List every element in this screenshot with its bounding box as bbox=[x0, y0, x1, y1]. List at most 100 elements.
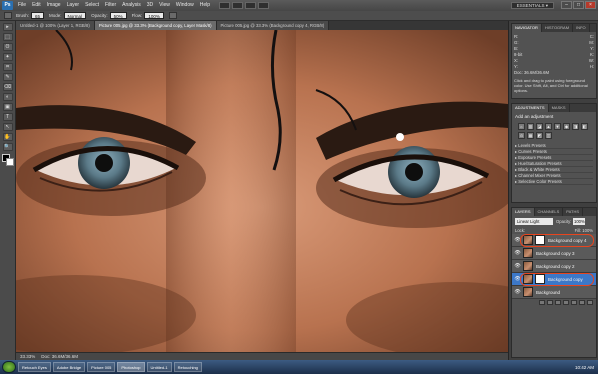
bridge-icon[interactable] bbox=[219, 2, 231, 9]
adjustment-6-icon[interactable]: ◨ bbox=[572, 123, 579, 130]
adjustment-3-icon[interactable]: ▲ bbox=[545, 123, 552, 130]
tool-10-icon[interactable]: ↖ bbox=[2, 123, 13, 131]
arrange-documents-icon[interactable] bbox=[245, 2, 257, 9]
tab-picture-mask[interactable]: Picture 005.jpg @ 33.3% (Background copy… bbox=[94, 21, 217, 30]
layer-style-icon[interactable] bbox=[547, 300, 553, 305]
adjustment-1-icon[interactable]: ▥ bbox=[527, 123, 534, 130]
layer-row[interactable]: 👁 Background bbox=[512, 286, 596, 299]
tab-picture-copy4[interactable]: Picture 005.jpg @ 33.3% (Background copy… bbox=[216, 21, 330, 30]
taskbar-photoshop[interactable]: Photoshop bbox=[117, 362, 145, 372]
adjustment-7-icon[interactable]: ◧ bbox=[581, 123, 588, 130]
taskbar-untitled-1[interactable]: Untitled-1 bbox=[146, 362, 172, 372]
minimize-button[interactable]: – bbox=[561, 1, 572, 9]
menu-filter[interactable]: Filter bbox=[102, 0, 119, 11]
visibility-eye-icon[interactable]: 👁 bbox=[514, 263, 521, 270]
tool-8-icon[interactable]: ▣ bbox=[2, 103, 13, 111]
mode-select[interactable]: Normal bbox=[63, 12, 87, 19]
background-color-swatch[interactable] bbox=[5, 158, 14, 166]
tool-4-icon[interactable]: ⌗ bbox=[2, 63, 13, 71]
menu-image[interactable]: Image bbox=[44, 0, 64, 11]
tool-7-icon[interactable]: ◐ bbox=[2, 93, 13, 101]
tool-11-icon[interactable]: ✋ bbox=[2, 133, 13, 141]
tool-9-icon[interactable]: T bbox=[2, 113, 13, 121]
visibility-eye-icon[interactable]: 👁 bbox=[514, 289, 521, 296]
opacity-input[interactable]: 50% bbox=[109, 12, 127, 19]
start-button[interactable] bbox=[2, 361, 16, 373]
visibility-eye-icon[interactable]: 👁 bbox=[514, 237, 521, 244]
new-layer-icon[interactable] bbox=[579, 300, 585, 305]
tab-channels[interactable]: CHANNELS bbox=[535, 208, 564, 216]
workspace-switcher[interactable]: ESSENTIALS ▾ bbox=[510, 2, 554, 9]
layer-name: Background bbox=[536, 289, 561, 295]
tab-paths[interactable]: PATHS bbox=[563, 208, 584, 216]
new-adjustment-icon[interactable] bbox=[563, 300, 569, 305]
adjustment-9-icon[interactable]: ▦ bbox=[527, 132, 534, 139]
tab-masks[interactable]: MASKS bbox=[549, 104, 570, 112]
adjustment-5-icon[interactable]: ◆ bbox=[563, 123, 570, 130]
document-canvas[interactable] bbox=[16, 30, 508, 352]
tab-info[interactable]: INFO bbox=[573, 24, 590, 32]
adjustments-panel-tabs: ADJUSTMENTS MASKS bbox=[512, 104, 596, 112]
menu-window[interactable]: Window bbox=[173, 0, 197, 11]
menu-layer[interactable]: Layer bbox=[64, 0, 83, 11]
color-swatches[interactable] bbox=[1, 154, 14, 166]
zoom-readout[interactable]: 33.33% bbox=[20, 354, 35, 359]
link-layers-icon[interactable] bbox=[539, 300, 545, 305]
tab-layers[interactable]: LAYERS bbox=[512, 208, 535, 216]
tool-5-icon[interactable]: ✎ bbox=[2, 73, 13, 81]
menu-edit[interactable]: Edit bbox=[29, 0, 44, 11]
tab-adjustments[interactable]: ADJUSTMENTS bbox=[512, 104, 549, 112]
adjustment-8-icon[interactable]: ⊙ bbox=[518, 132, 525, 139]
screen-mode-icon[interactable] bbox=[258, 2, 270, 9]
new-group-icon[interactable] bbox=[571, 300, 577, 305]
taskbar-picture-005[interactable]: Picture 005 bbox=[87, 362, 116, 372]
layer-row[interactable]: 👁 Background copy 2 bbox=[512, 260, 596, 273]
menu-view[interactable]: View bbox=[156, 0, 173, 11]
layer-row[interactable]: 👁 Background copy bbox=[512, 273, 596, 286]
adjustment-4-icon[interactable]: ▼ bbox=[554, 123, 561, 130]
layer-row[interactable]: 👁 Background copy 3 bbox=[512, 247, 596, 260]
doc-size-readout: Doc: 36.6M/36.6M bbox=[41, 354, 79, 359]
maximize-button[interactable]: □ bbox=[573, 1, 584, 9]
tab-untitled[interactable]: Untitled-1 @ 100% (Layer 1, RGB/8) bbox=[16, 21, 95, 30]
zoom-level-icon[interactable] bbox=[232, 2, 244, 9]
layer-mask-thumbnail[interactable] bbox=[535, 274, 545, 284]
taskbar-retouching[interactable]: Retouching bbox=[173, 362, 202, 372]
taskbar-adobe-bridge[interactable]: Adobe Bridge bbox=[52, 362, 86, 372]
brush-size-picker[interactable]: 65 bbox=[31, 12, 45, 19]
tab-histogram[interactable]: HISTOGRAM bbox=[542, 24, 574, 32]
brush-tool-icon[interactable] bbox=[4, 12, 12, 19]
tool-3-icon[interactable]: ✦ bbox=[2, 53, 13, 61]
layers-panel-tabs: LAYERS CHANNELS PATHS bbox=[512, 208, 596, 216]
menu-3d[interactable]: 3D bbox=[144, 0, 156, 11]
layer-mask-thumbnail[interactable] bbox=[535, 235, 545, 245]
tool-6-icon[interactable]: ⌫ bbox=[2, 83, 13, 91]
fill-readout[interactable]: Fill: 100% bbox=[575, 228, 593, 233]
layer-row[interactable]: 👁 Background copy 4 bbox=[512, 234, 596, 247]
adjustment-11-icon[interactable]: ◫ bbox=[545, 132, 552, 139]
blend-mode-select[interactable]: Linear Light bbox=[515, 218, 553, 225]
taskbar-retouch-eyes[interactable]: Retouch Eyes bbox=[18, 362, 51, 372]
tab-navigator[interactable]: NAVIGATOR bbox=[512, 24, 542, 32]
delete-layer-icon[interactable] bbox=[587, 300, 593, 305]
add-mask-icon[interactable] bbox=[555, 300, 561, 305]
visibility-eye-icon[interactable]: 👁 bbox=[514, 276, 521, 283]
layer-opacity-input[interactable]: 100% bbox=[573, 218, 586, 225]
adjustment-10-icon[interactable]: ◩ bbox=[536, 132, 543, 139]
adjustment-0-icon[interactable]: ☼ bbox=[518, 123, 525, 130]
tool-2-icon[interactable]: ʘ bbox=[2, 43, 13, 51]
visibility-eye-icon[interactable]: 👁 bbox=[514, 250, 521, 257]
menu-analysis[interactable]: Analysis bbox=[119, 0, 144, 11]
adjustment-2-icon[interactable]: ◪ bbox=[536, 123, 543, 130]
menu-file[interactable]: File bbox=[15, 0, 29, 11]
tool-0-icon[interactable]: ▸ bbox=[2, 23, 13, 31]
close-button[interactable]: × bbox=[585, 1, 596, 9]
tool-1-icon[interactable]: ⬚ bbox=[2, 33, 13, 41]
preset-selective-color-presets[interactable]: ▸ Selective Color Presets bbox=[515, 179, 593, 185]
taskbar-tasks: Retouch Eyes Adobe Bridge Picture 005 Photo… bbox=[18, 362, 204, 372]
menu-select[interactable]: Select bbox=[82, 0, 102, 11]
flow-input[interactable]: 100% bbox=[144, 12, 164, 19]
airbrush-icon[interactable] bbox=[168, 12, 177, 19]
menu-help[interactable]: Help bbox=[197, 0, 213, 11]
tool-12-icon[interactable]: 🔍 bbox=[2, 143, 13, 151]
